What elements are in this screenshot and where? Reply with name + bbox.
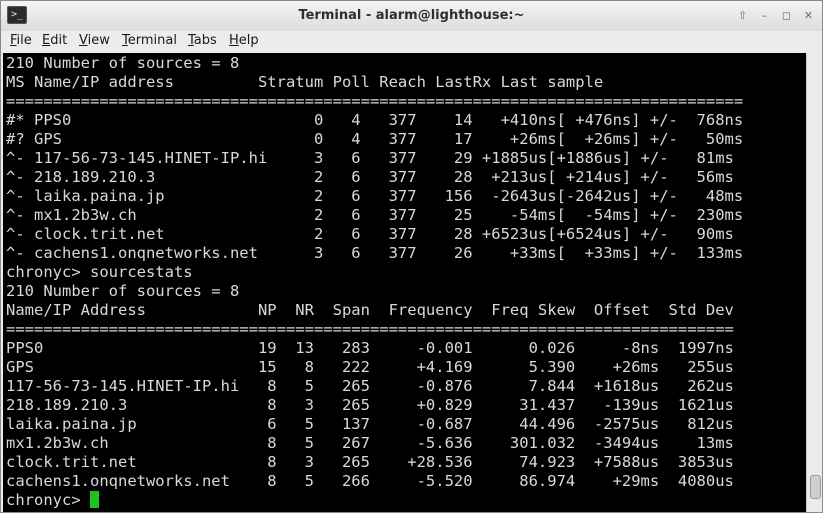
terminal-line: #? GPS 0 4 377 17 +26ms[ +26ms] +/- 50ms (6, 130, 744, 148)
terminal-line: ^- cachens1.onqnetworks.net 3 6 377 26 +… (6, 244, 744, 262)
menu-tabs-label: abs (193, 33, 217, 48)
terminal-line: ^- clock.trit.net 2 6 377 28 +6523us[+65… (6, 225, 734, 243)
terminal-line: 210 Number of sources = 8 (6, 282, 240, 300)
menu-view[interactable]: View (79, 33, 110, 48)
terminal-line: ^- laika.paina.jp 2 6 377 156 -2643us[-2… (6, 187, 744, 205)
menu-file[interactable]: File (10, 33, 32, 48)
terminal-window: >_ Terminal - alarm@lighthouse:~ ⇧ – ◻ ✕… (0, 0, 823, 513)
menu-edit[interactable]: Edit (42, 33, 67, 48)
maximize-icon[interactable]: ◻ (779, 8, 794, 23)
up-arrow-icon[interactable]: ⇧ (735, 8, 750, 23)
menu-help[interactable]: Help (229, 33, 259, 48)
menu-file-label: ile (16, 33, 32, 48)
title-bar[interactable]: >_ Terminal - alarm@lighthouse:~ ⇧ – ◻ ✕ (1, 1, 822, 32)
terminal-output[interactable]: 210 Number of sources = 8 MS Name/IP add… (3, 53, 806, 512)
terminal-line: 210 Number of sources = 8 (6, 54, 240, 72)
terminal-line: #* PPS0 0 4 377 14 +410ns[ +476ns] +/- 7… (6, 111, 744, 129)
terminal-line: ^- mx1.2b3w.ch 2 6 377 25 -54ms[ -54ms] … (6, 206, 744, 224)
terminal-line: ^- 117-56-73-145.HINET-IP.hi 3 6 377 29 … (6, 149, 734, 167)
terminal-line: PPS0 19 13 283 -0.001 0.026 -8ns 1997ns (6, 339, 734, 357)
minimize-icon[interactable]: – (757, 8, 772, 23)
menu-bar: File Edit View Terminal Tabs Help (1, 31, 822, 53)
menu-help-label: elp (238, 33, 259, 48)
terminal-line: mx1.2b3w.ch 8 5 267 -5.636 301.032 -3494… (6, 434, 734, 452)
close-icon[interactable]: ✕ (801, 8, 816, 23)
terminal-line: chronyc> sourcestats (6, 263, 193, 281)
terminal-line: laika.paina.jp 6 5 137 -0.687 44.496 -25… (6, 415, 734, 433)
terminal-prompt-line[interactable]: chronyc> (6, 491, 99, 510)
terminal-line: GPS 15 8 222 +4.169 5.390 +26ms 255us (6, 358, 734, 376)
terminal-line: 117-56-73-145.HINET-IP.hi 8 5 265 -0.876… (6, 377, 734, 395)
terminal-line: ========================================… (6, 92, 744, 110)
menu-edit-label: dit (50, 33, 68, 48)
terminal-line: MS Name/IP address Stratum Poll Reach La… (6, 73, 604, 91)
terminal-prompt: chronyc> (6, 491, 90, 509)
window-title: Terminal - alarm@lighthouse:~ (298, 8, 525, 23)
menu-tabs[interactable]: Tabs (188, 33, 217, 48)
terminal-scrollbar[interactable] (806, 53, 822, 512)
menu-terminal[interactable]: Terminal (122, 33, 177, 48)
menu-help-mnemonic: H (229, 33, 239, 48)
scrollbar-thumb[interactable] (810, 475, 821, 499)
menu-edit-mnemonic: E (42, 33, 51, 48)
terminal-line: ^- 218.189.210.3 2 6 377 28 +213us[ +214… (6, 168, 734, 186)
menu-view-mnemonic: V (79, 33, 88, 48)
terminal-line: ========================================… (6, 320, 734, 338)
terminal-cursor (90, 491, 99, 508)
menu-terminal-label: erminal (127, 33, 177, 48)
terminal-line: clock.trit.net 8 3 265 +28.536 74.923 +7… (6, 453, 734, 471)
menu-view-label: iew (87, 33, 110, 48)
terminal-line: cachens1.onqnetworks.net 8 5 266 -5.520 … (6, 472, 734, 490)
terminal-line: 218.189.210.3 8 3 265 +0.829 31.437 -139… (6, 396, 734, 414)
terminal-line: Name/IP Address NP NR Span Frequency Fre… (6, 301, 734, 319)
